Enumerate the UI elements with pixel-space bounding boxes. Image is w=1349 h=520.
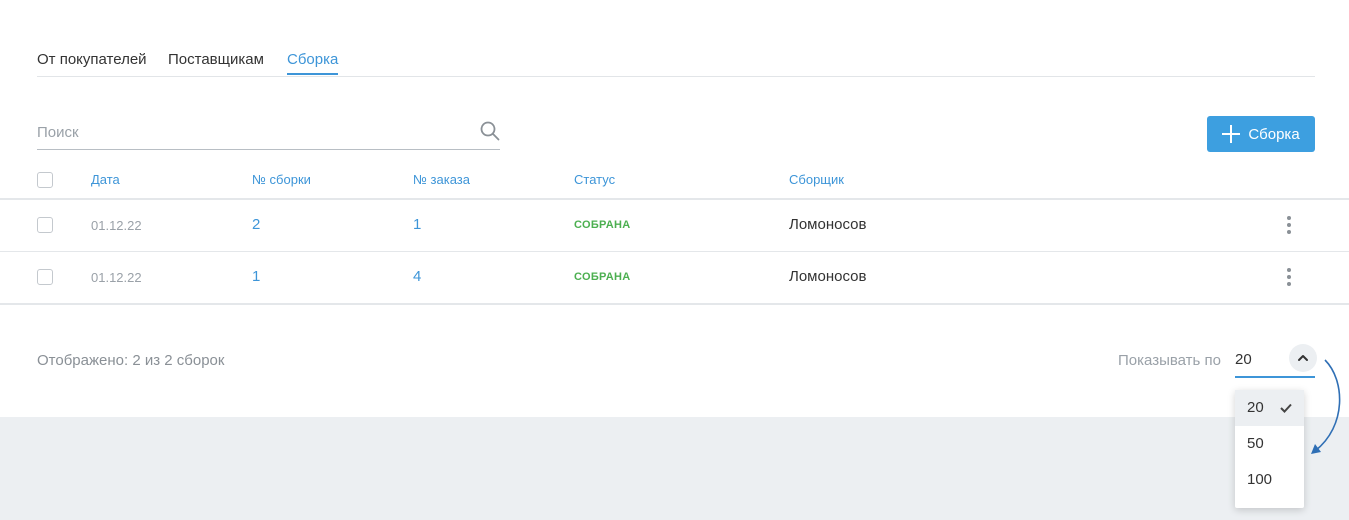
table-row: 01.12.22 2 1 СОБРАНА Ломоносов [0, 200, 1349, 252]
row-assembly-number-link[interactable]: 2 [252, 216, 260, 233]
per-page-option[interactable]: 50 [1235, 426, 1304, 462]
annotation-arrow-icon [1311, 359, 1341, 454]
search-icon[interactable] [480, 121, 500, 141]
row-date: 01.12.22 [91, 270, 142, 285]
row-order-number-link[interactable]: 1 [413, 216, 421, 233]
add-assembly-button[interactable]: Сборка [1207, 116, 1315, 152]
row-order-number-link[interactable]: 4 [413, 268, 421, 285]
row-assembler: Ломоносов [789, 268, 867, 285]
per-page-option[interactable]: 100 [1235, 462, 1304, 498]
row-assembly-number-link[interactable]: 1 [252, 268, 260, 285]
row-more-icon[interactable] [1279, 214, 1299, 236]
per-page-select[interactable]: 20 [1235, 344, 1317, 378]
plus-icon [1222, 125, 1241, 143]
row-checkbox[interactable] [37, 269, 53, 285]
results-summary: Отображено: 2 из 2 сборок [37, 352, 225, 369]
column-header-date[interactable]: Дата [91, 172, 120, 187]
per-page-value: 20 [1235, 351, 1252, 368]
select-all-checkbox[interactable] [37, 172, 53, 188]
row-more-icon[interactable] [1279, 266, 1299, 288]
add-assembly-button-label: Сборка [1248, 125, 1300, 143]
status-badge: СОБРАНА [574, 271, 631, 283]
tab-assembly[interactable]: Сборка [287, 51, 339, 75]
row-checkbox[interactable] [37, 217, 53, 233]
per-page-option[interactable]: 20 [1235, 390, 1304, 426]
per-page-label: Показывать по [1118, 352, 1221, 369]
search-box [37, 115, 500, 150]
status-badge: СОБРАНА [574, 219, 631, 231]
page-footer-background [0, 417, 1349, 520]
tab-to-suppliers[interactable]: Поставщикам [168, 51, 264, 74]
column-header-status[interactable]: Статус [574, 172, 615, 187]
row-date: 01.12.22 [91, 218, 142, 233]
tab-from-customers[interactable]: От покупателей [37, 51, 147, 74]
tab-bar: От покупателей Поставщикам Сборка [37, 40, 1315, 77]
column-header-assembler[interactable]: Сборщик [789, 172, 844, 187]
per-page-dropdown: 20 50 100 [1235, 390, 1304, 508]
search-input[interactable] [37, 121, 467, 143]
check-icon [1280, 403, 1292, 413]
column-header-order-number[interactable]: № заказа [413, 172, 470, 187]
row-assembler: Ломоносов [789, 216, 867, 233]
column-header-assembly-number[interactable]: № сборки [252, 172, 311, 187]
table-row: 01.12.22 1 4 СОБРАНА Ломоносов [0, 252, 1349, 305]
